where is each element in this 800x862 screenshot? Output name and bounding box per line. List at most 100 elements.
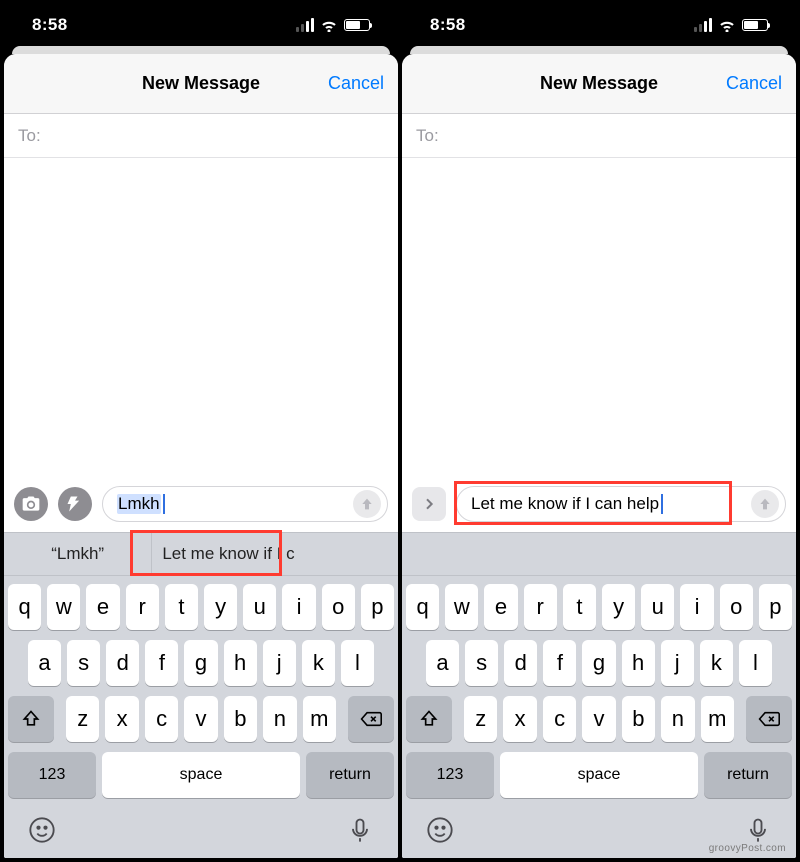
- key-v[interactable]: v: [582, 696, 615, 742]
- clock: 8:58: [32, 15, 68, 35]
- key-l[interactable]: l: [739, 640, 772, 686]
- wifi-icon: [718, 18, 736, 32]
- key-b[interactable]: b: [224, 696, 257, 742]
- key-d[interactable]: d: [504, 640, 537, 686]
- watermark: groovyPost.com: [709, 843, 786, 854]
- key-d[interactable]: d: [106, 640, 139, 686]
- wifi-icon: [320, 18, 338, 32]
- key-n[interactable]: n: [661, 696, 694, 742]
- expand-apps-button[interactable]: [412, 487, 446, 521]
- key-s[interactable]: s: [465, 640, 498, 686]
- suggestion-asis[interactable]: “Lmkh”: [4, 533, 151, 575]
- key-s[interactable]: s: [67, 640, 100, 686]
- cancel-button[interactable]: Cancel: [726, 54, 782, 113]
- key-p[interactable]: p: [361, 584, 394, 630]
- emoji-button[interactable]: [426, 816, 454, 844]
- key-j[interactable]: j: [661, 640, 694, 686]
- key-x[interactable]: x: [503, 696, 536, 742]
- key-m[interactable]: m: [701, 696, 734, 742]
- keyboard: qwertyuiop asdfghjkl zxcvbnm 123 space r…: [402, 576, 796, 802]
- shift-key[interactable]: [406, 696, 452, 742]
- key-e[interactable]: e: [86, 584, 119, 630]
- message-input[interactable]: Lmkh: [102, 486, 388, 522]
- text-cursor: [661, 494, 663, 514]
- key-j[interactable]: j: [263, 640, 296, 686]
- key-b[interactable]: b: [622, 696, 655, 742]
- key-a[interactable]: a: [28, 640, 61, 686]
- key-k[interactable]: k: [302, 640, 335, 686]
- key-v[interactable]: v: [184, 696, 217, 742]
- emoji-button[interactable]: [28, 816, 56, 844]
- space-key[interactable]: space: [102, 752, 300, 798]
- message-text: Let me know if I can help: [471, 494, 659, 514]
- key-t[interactable]: t: [563, 584, 596, 630]
- key-y[interactable]: y: [204, 584, 237, 630]
- dictation-button[interactable]: [346, 816, 374, 844]
- key-f[interactable]: f: [145, 640, 178, 686]
- key-z[interactable]: z: [66, 696, 99, 742]
- cancel-button[interactable]: Cancel: [328, 54, 384, 113]
- key-e[interactable]: e: [484, 584, 517, 630]
- shift-key[interactable]: [8, 696, 54, 742]
- navbar: New Message Cancel: [402, 54, 796, 114]
- key-g[interactable]: g: [184, 640, 217, 686]
- clock: 8:58: [430, 15, 466, 35]
- key-y[interactable]: y: [602, 584, 635, 630]
- suggestion-replacement[interactable]: Let me know if I c: [151, 533, 398, 575]
- key-h[interactable]: h: [224, 640, 257, 686]
- key-q[interactable]: q: [8, 584, 41, 630]
- key-r[interactable]: r: [126, 584, 159, 630]
- message-input[interactable]: Let me know if I can help: [456, 486, 786, 522]
- space-key[interactable]: space: [500, 752, 698, 798]
- key-f[interactable]: f: [543, 640, 576, 686]
- conversation-area: [402, 158, 796, 476]
- status-right: [694, 18, 768, 32]
- status-right: [296, 18, 370, 32]
- cellular-icon: [296, 18, 314, 32]
- key-q[interactable]: q: [406, 584, 439, 630]
- key-p[interactable]: p: [759, 584, 792, 630]
- status-bar: 8:58: [402, 4, 796, 46]
- numbers-key[interactable]: 123: [406, 752, 494, 798]
- dictation-button[interactable]: [744, 816, 772, 844]
- app-drawer-button[interactable]: [58, 487, 92, 521]
- key-i[interactable]: i: [680, 584, 713, 630]
- delete-key[interactable]: [746, 696, 792, 742]
- key-z[interactable]: z: [464, 696, 497, 742]
- key-r[interactable]: r: [524, 584, 557, 630]
- key-k[interactable]: k: [700, 640, 733, 686]
- key-g[interactable]: g: [582, 640, 615, 686]
- key-u[interactable]: u: [243, 584, 276, 630]
- key-l[interactable]: l: [341, 640, 374, 686]
- numbers-key[interactable]: 123: [8, 752, 96, 798]
- key-t[interactable]: t: [165, 584, 198, 630]
- key-i[interactable]: i: [282, 584, 315, 630]
- key-h[interactable]: h: [622, 640, 655, 686]
- send-button[interactable]: [353, 490, 381, 518]
- key-x[interactable]: x: [105, 696, 138, 742]
- key-c[interactable]: c: [543, 696, 576, 742]
- to-field[interactable]: To:: [4, 114, 398, 158]
- send-button[interactable]: [751, 490, 779, 518]
- key-o[interactable]: o: [322, 584, 355, 630]
- to-field[interactable]: To:: [402, 114, 796, 158]
- new-message-sheet: New Message Cancel To: Let me know if I …: [402, 54, 796, 858]
- key-u[interactable]: u: [641, 584, 674, 630]
- status-bar: 8:58: [4, 4, 398, 46]
- return-key[interactable]: return: [704, 752, 792, 798]
- key-n[interactable]: n: [263, 696, 296, 742]
- key-w[interactable]: w: [47, 584, 80, 630]
- return-key[interactable]: return: [306, 752, 394, 798]
- key-w[interactable]: w: [445, 584, 478, 630]
- key-a[interactable]: a: [426, 640, 459, 686]
- page-title: New Message: [540, 73, 658, 94]
- camera-button[interactable]: [14, 487, 48, 521]
- quicktype-bar: “Lmkh” Let me know if I c: [4, 532, 398, 576]
- cellular-icon: [694, 18, 712, 32]
- key-c[interactable]: c: [145, 696, 178, 742]
- key-m[interactable]: m: [303, 696, 336, 742]
- key-o[interactable]: o: [720, 584, 753, 630]
- delete-key[interactable]: [348, 696, 394, 742]
- quicktype-bar: [402, 532, 796, 576]
- card-behind: [410, 46, 788, 54]
